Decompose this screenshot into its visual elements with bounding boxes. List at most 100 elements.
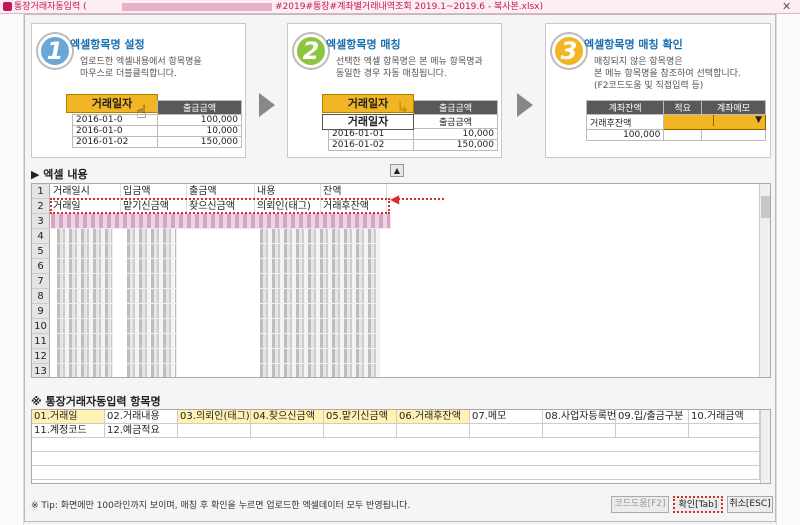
mapping-cell[interactable]: 09.입/출금구분	[616, 410, 689, 424]
grid-row: 12	[32, 349, 762, 364]
redacted-cell	[127, 289, 177, 304]
mapping-cell[interactable]: 01.거래일	[32, 410, 105, 424]
redacted-cell	[127, 274, 177, 289]
mapping-cell[interactable]	[178, 424, 251, 438]
grid-row: 13	[32, 364, 762, 377]
pointer-arrow-line	[394, 198, 444, 200]
redacted-cell	[260, 229, 380, 244]
close-icon[interactable]: ✕	[782, 0, 791, 14]
excel-preview-grid[interactable]: 1 거래일시 입금액 출금액 내용 잔액 2 거래일 맡기신금액 찾으신금액 의…	[31, 183, 771, 378]
mapping-cell[interactable]: 02.거래내용	[105, 410, 178, 424]
window-title-prefix: 통장거래자동입력 (	[14, 2, 87, 12]
step-2-panel: 2 엑셀항목명 매칭 선택한 엑셀 항목명은 본 메뉴 항목명과 동일한 경우 …	[287, 23, 502, 158]
curved-arrow-icon: ↳	[396, 98, 410, 117]
sample-header: 계좌잔액	[585, 100, 665, 115]
sample-cell: 2016-01-02	[72, 136, 158, 148]
row-number: 12	[32, 349, 50, 364]
mapping-cell[interactable]: 07.메모	[470, 410, 543, 424]
mapping-cell[interactable]: 10.거래금액	[689, 410, 760, 424]
excel-section-title: ▶ 엑셀 내용	[31, 168, 88, 181]
grid-row: 11	[32, 334, 762, 349]
row-number: 11	[32, 334, 50, 349]
sample-cell: 출금금액	[413, 114, 498, 129]
redacted-cell	[127, 334, 177, 349]
redacted-cell	[260, 244, 380, 259]
row-number: 3	[32, 214, 50, 229]
collapse-button[interactable]: ▲	[390, 164, 404, 177]
redacted-cell	[260, 319, 380, 334]
row-number: 10	[32, 319, 50, 334]
mapping-cell[interactable]	[251, 424, 324, 438]
mapping-scrollbar[interactable]	[760, 410, 770, 483]
mapping-section-title: ※ 통장거래자동입력 항목명	[31, 395, 161, 408]
redacted-cell	[127, 349, 177, 364]
mapping-cell[interactable]	[470, 424, 543, 438]
step-3-sample-table: 계좌잔액 적요 계좌메모 거래후잔액 ▼ 100,000	[585, 100, 767, 141]
grid-row: 10	[32, 319, 762, 334]
background-app-right	[776, 14, 800, 525]
row-number: 2	[32, 199, 50, 214]
redacted-filename	[122, 3, 272, 11]
row-number: 9	[32, 304, 50, 319]
mapping-cell[interactable]	[616, 424, 689, 438]
sample-header: 적요	[663, 100, 702, 115]
sample-header: 계좌메모	[700, 100, 767, 115]
background-app-left	[0, 14, 24, 525]
redacted-cell	[127, 259, 177, 274]
redacted-cell	[127, 364, 177, 377]
row-number: 5	[32, 244, 50, 259]
mapping-cell[interactable]: 11.계정코드	[32, 424, 105, 438]
grid-cell[interactable]: 입금액	[121, 184, 187, 199]
mapping-cell[interactable]	[397, 424, 470, 438]
grid-row: 8	[32, 289, 762, 304]
code-help-button[interactable]: 코드도움[F2]	[611, 496, 669, 513]
vertical-scrollbar[interactable]	[759, 184, 770, 377]
mapping-empty-row	[32, 466, 760, 480]
mapping-cell[interactable]: 06.거래후잔액	[397, 410, 470, 424]
redacted-cell	[57, 349, 113, 364]
mapping-cell[interactable]: 05.맡기신금액	[324, 410, 397, 424]
grid-cell[interactable]: 잔액	[321, 184, 387, 199]
grid-row: 9	[32, 304, 762, 319]
step-1-panel: 1 엑셀항목명 설정 업로드한 엑셀내용에서 항목명을 마우스로 더블클릭합니다…	[31, 23, 246, 158]
redacted-cell	[127, 244, 177, 259]
sample-cell: 2016-01-0	[72, 114, 158, 126]
excel-upload-dialog: 1 엑셀항목명 설정 업로드한 엑셀내용에서 항목명을 마우스로 더블클릭합니다…	[24, 14, 776, 522]
sample-cell: 150,000	[413, 139, 498, 151]
redacted-cell	[260, 289, 380, 304]
redacted-cell	[57, 364, 113, 377]
confirm-button[interactable]: 확인[Tab]	[673, 496, 723, 513]
step-3-description: 매칭되지 않은 항목명은 본 메뉴 항목명을 참조하여 선택합니다. (F2코드…	[594, 57, 741, 91]
mapping-table[interactable]: 01.거래일 02.거래내용 03.의뢰인(태그) 04.찾으신금액 05.맡기…	[31, 409, 771, 484]
step-arrow-icon	[517, 93, 533, 117]
grid-cell[interactable]: 거래일시	[51, 184, 121, 199]
sample-cell: 10,000	[157, 125, 242, 137]
sample-cell: 2016-01-02	[328, 139, 414, 151]
title-bar: 통장거래자동입력 ( #2019#통장#계좌별거래내역조회 2019.1~201…	[0, 0, 800, 14]
sample-cell: 100,000	[157, 114, 242, 126]
mapping-cell[interactable]	[543, 424, 616, 438]
redacted-cell	[260, 364, 380, 377]
redacted-cell	[260, 349, 380, 364]
grid-cell[interactable]: 내용	[255, 184, 321, 199]
mapping-cell[interactable]: 04.찾으신금액	[251, 410, 324, 424]
cancel-button[interactable]: 취소[ESC]	[727, 496, 773, 513]
grid-row: 3	[32, 214, 762, 229]
redacted-cell	[127, 319, 177, 334]
grid-cell[interactable]: 출금액	[187, 184, 255, 199]
grid-row: 7	[32, 274, 762, 289]
redacted-cell	[260, 259, 380, 274]
row-number: 13	[32, 364, 50, 377]
scrollbar-thumb[interactable]	[761, 196, 770, 218]
mapping-cell[interactable]: 03.의뢰인(태그)	[178, 410, 251, 424]
mapping-cell[interactable]	[324, 424, 397, 438]
row-number: 1	[32, 184, 50, 199]
mapping-cell[interactable]	[689, 424, 760, 438]
redacted-cell	[57, 229, 113, 244]
mapping-cell[interactable]: 12.예금적요	[105, 424, 178, 438]
step-1-number: 1	[38, 34, 72, 68]
mapping-empty-row	[32, 438, 760, 452]
step-3-number: 3	[552, 34, 586, 68]
tip-text: ※ Tip: 화면에만 100라인까지 보이며, 매칭 후 확인을 누르면 업로…	[31, 501, 411, 511]
mapping-cell[interactable]: 08.사업자등록번호	[543, 410, 616, 424]
